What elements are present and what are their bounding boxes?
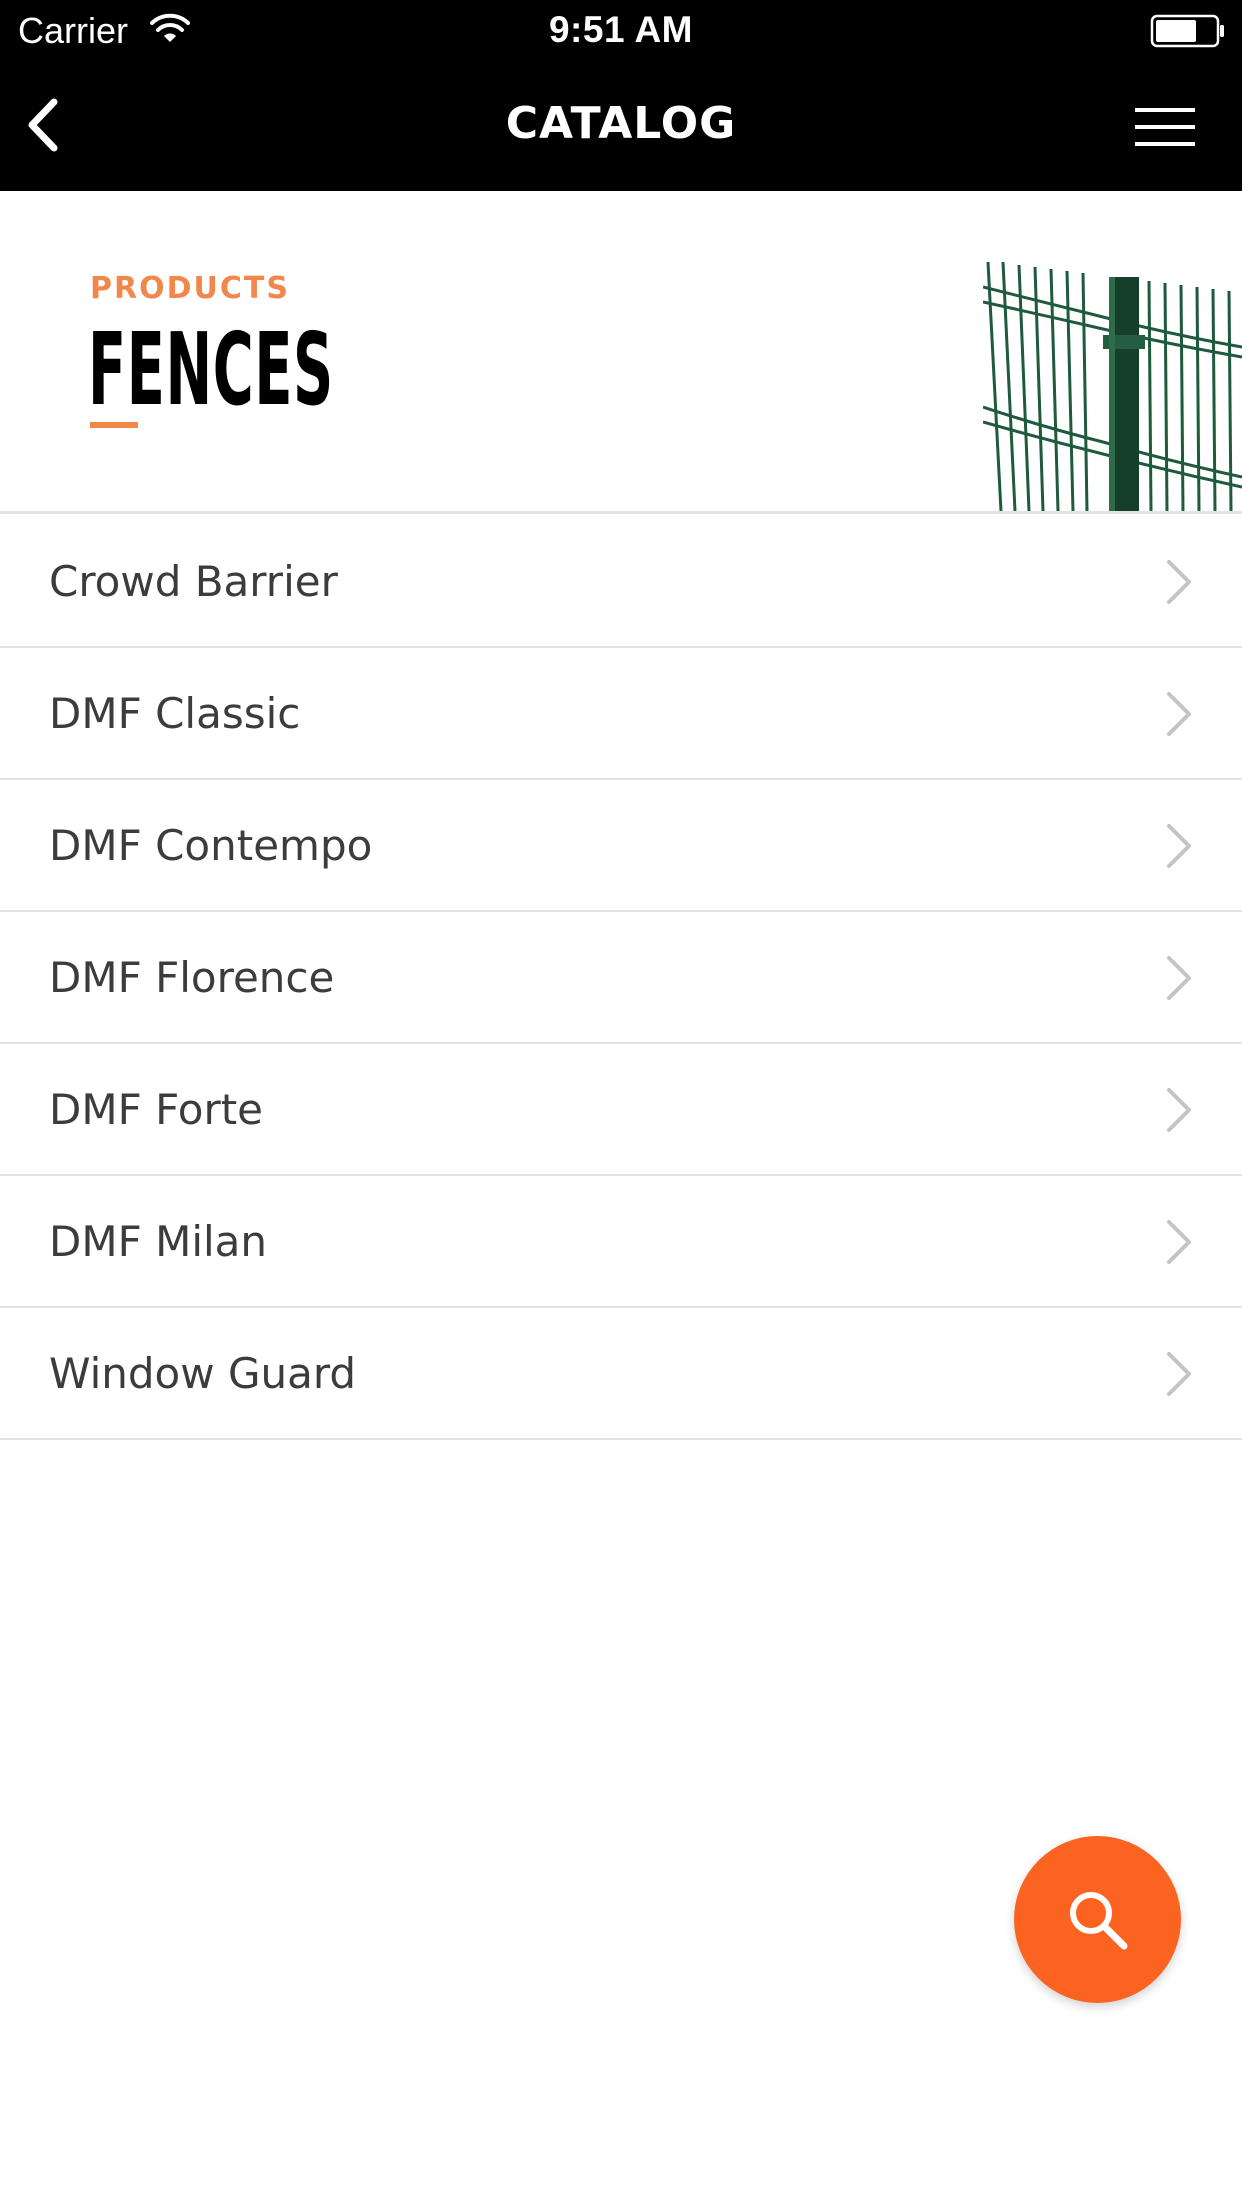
list-item[interactable]: DMF Classic <box>0 648 1242 780</box>
navigation-bar: CATALOG <box>0 60 1242 191</box>
list-item[interactable]: Crowd Barrier <box>0 516 1242 648</box>
list-item[interactable]: DMF Contempo <box>0 780 1242 912</box>
battery-icon <box>1150 14 1224 48</box>
category-header: PRODUCTS FENCES <box>0 191 1242 514</box>
chevron-right-icon <box>1167 956 1191 1000</box>
list-item-label: Window Guard <box>49 1349 357 1398</box>
catalog-screen: Carrier 9:51 AM CATALOG PRODUCTS FENCES … <box>0 0 1242 2208</box>
chevron-right-icon <box>1167 1088 1191 1132</box>
list-item-label: Crowd Barrier <box>49 557 338 606</box>
list-item-label: DMF Florence <box>49 953 335 1002</box>
product-list: Crowd Barrier DMF Classic DMF Contempo D… <box>0 516 1242 1440</box>
chevron-right-icon <box>1167 1220 1191 1264</box>
list-item-label: DMF Contempo <box>49 821 373 870</box>
nav-title: CATALOG <box>505 98 737 149</box>
chevron-right-icon <box>1167 692 1191 736</box>
status-bar: Carrier 9:51 AM <box>0 0 1242 60</box>
menu-button[interactable] <box>1125 98 1205 158</box>
chevron-right-icon <box>1167 824 1191 868</box>
title-underline <box>90 422 138 428</box>
status-time: 9:51 AM <box>548 9 693 50</box>
list-item[interactable]: Window Guard <box>0 1308 1242 1440</box>
fence-product-image <box>983 261 1242 511</box>
hamburger-menu-icon <box>1135 108 1195 146</box>
list-item[interactable]: DMF Florence <box>0 912 1242 1044</box>
chevron-right-icon <box>1167 1352 1191 1396</box>
header-category-label: PRODUCTS <box>90 271 290 306</box>
list-item-label: DMF Forte <box>49 1085 264 1134</box>
list-item-label: DMF Milan <box>49 1217 268 1266</box>
page-title: FENCES <box>88 311 334 428</box>
list-item-label: DMF Classic <box>49 689 301 738</box>
list-item[interactable]: DMF Forte <box>0 1044 1242 1176</box>
search-button[interactable] <box>1014 1836 1181 2003</box>
chevron-right-icon <box>1167 560 1191 604</box>
list-item[interactable]: DMF Milan <box>0 1176 1242 1308</box>
search-icon <box>1070 1892 1128 1950</box>
